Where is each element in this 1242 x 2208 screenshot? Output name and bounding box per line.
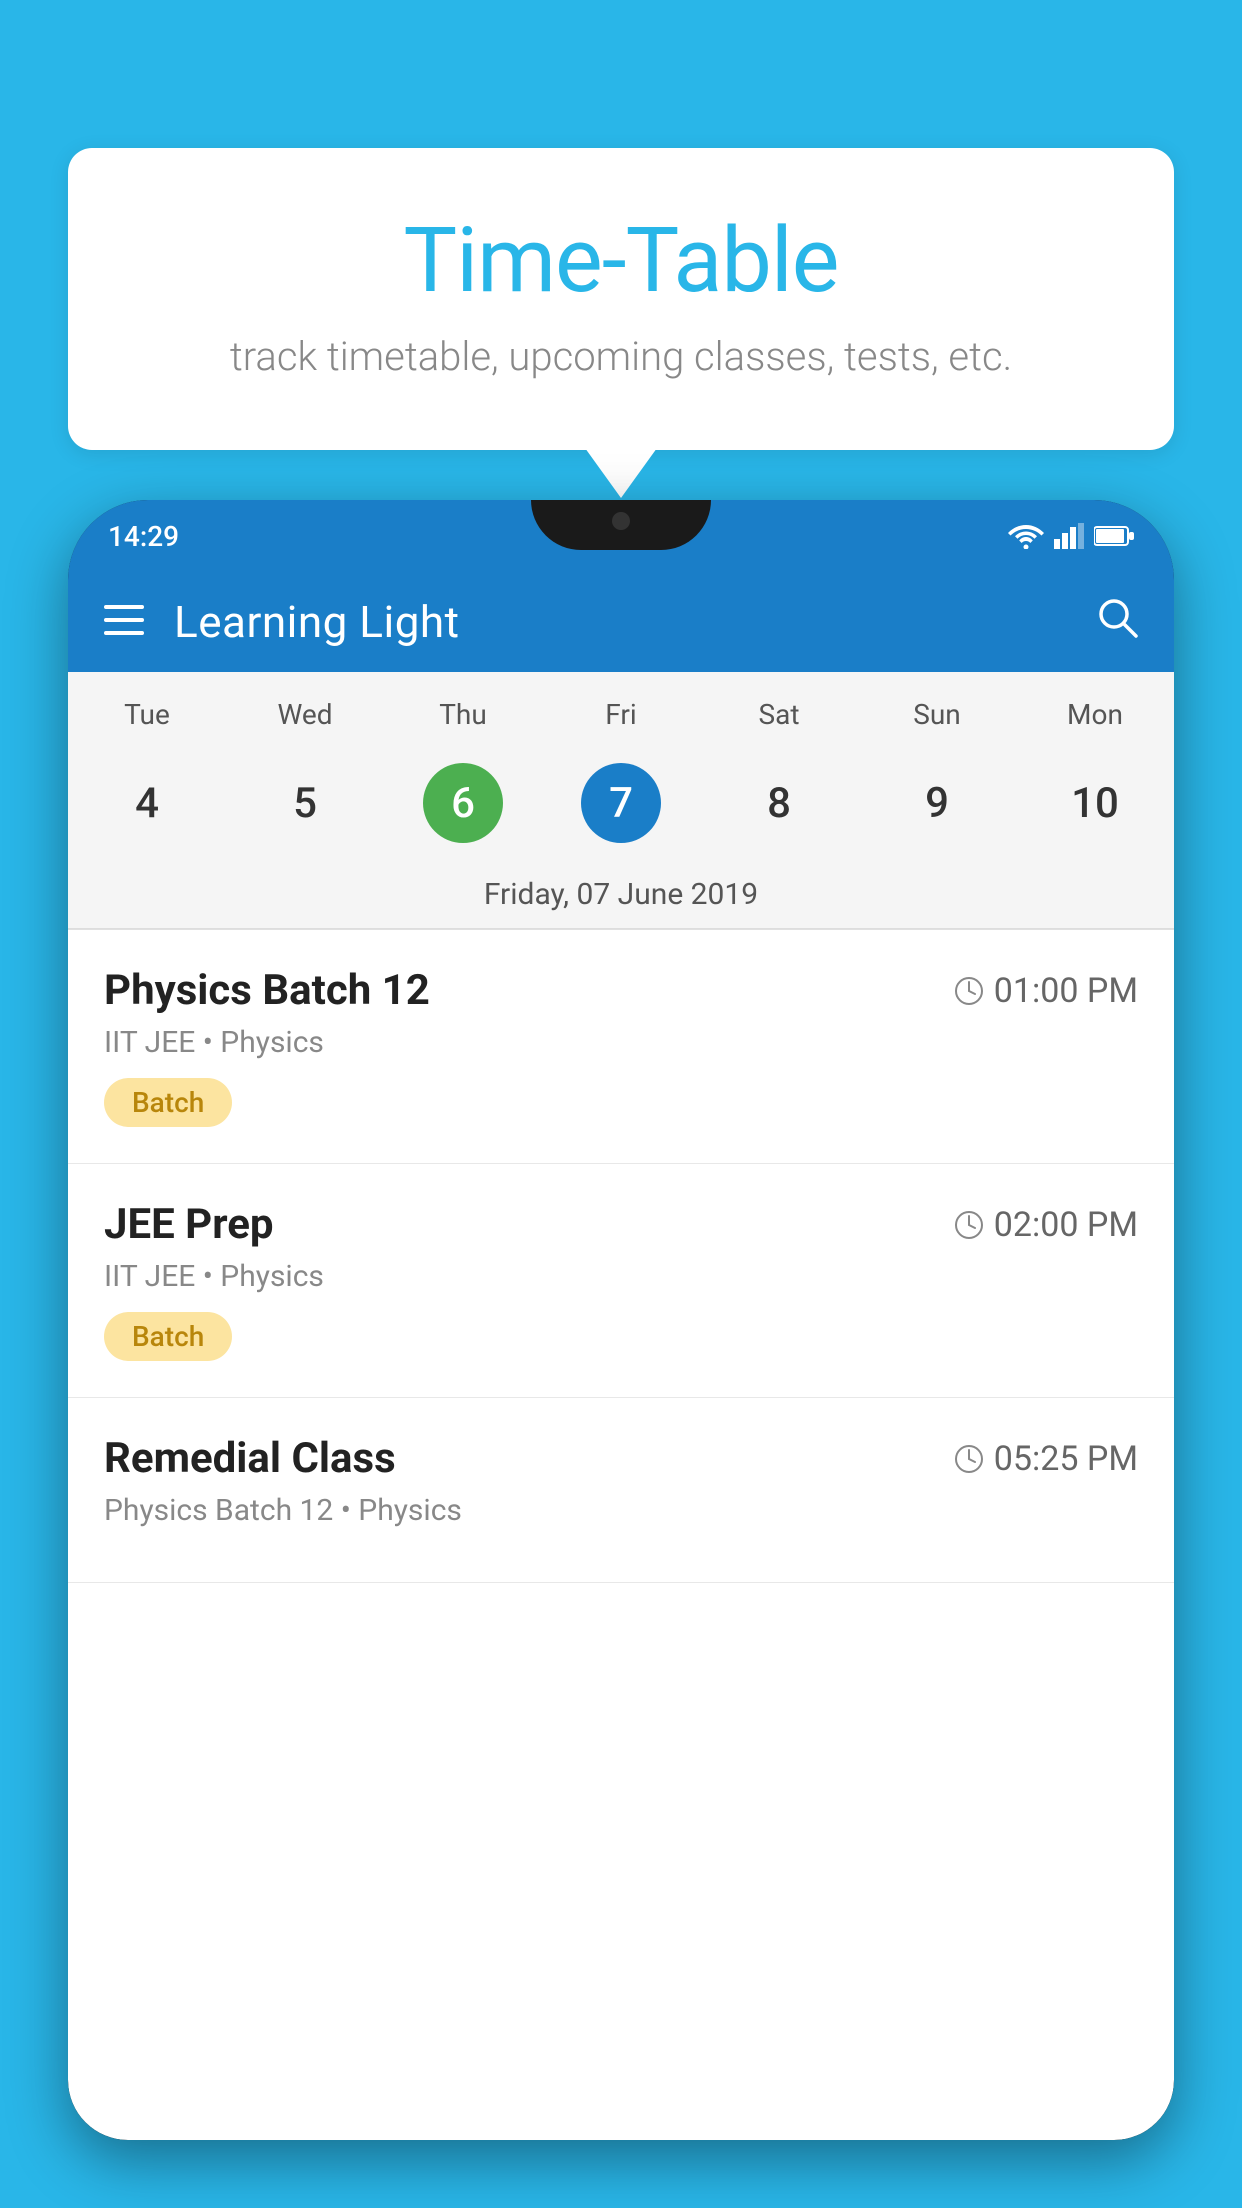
status-time: 14:29 [108,520,179,553]
schedule-item-3-title: Remedial Class [104,1434,396,1483]
day-mon[interactable]: Mon [1016,688,1174,741]
batch-badge-1: Batch [104,1078,232,1127]
date-5[interactable]: 5 [226,749,384,857]
status-icons [1008,523,1134,549]
date-4[interactable]: 4 [68,749,226,857]
schedule-item-1-title: Physics Batch 12 [104,966,430,1015]
schedule-item-2-time: 02:00 PM [954,1205,1138,1245]
wifi-icon [1008,523,1044,549]
phone-outer: 14:29 [68,500,1174,2140]
schedule-item-1[interactable]: Physics Batch 12 01:00 PM IIT JEE • Phys… [68,930,1174,1164]
clock-icon-1 [954,976,984,1006]
schedule-item-1-time: 01:00 PM [954,971,1138,1011]
date-8[interactable]: 8 [700,749,858,857]
date-7-selected[interactable]: 7 [542,749,700,857]
date-10[interactable]: 10 [1016,749,1174,857]
app-bar: Learning Light [68,572,1174,672]
day-thu[interactable]: Thu [384,688,542,741]
schedule-item-2-subtitle: IIT JEE • Physics [104,1259,1138,1294]
day-tue[interactable]: Tue [68,688,226,741]
clock-icon-3 [954,1444,984,1474]
day-sun[interactable]: Sun [858,688,1016,741]
schedule-item-2-title: JEE Prep [104,1200,274,1249]
schedule-item-2[interactable]: JEE Prep 02:00 PM IIT JEE • Physics Batc… [68,1164,1174,1398]
bubble-subtitle: track timetable, upcoming classes, tests… [118,333,1124,380]
status-bar: 14:29 [68,500,1174,572]
app-bar-title: Learning Light [174,596,1066,648]
schedule-item-1-header: Physics Batch 12 01:00 PM [104,966,1138,1015]
schedule-list: Physics Batch 12 01:00 PM IIT JEE • Phys… [68,930,1174,1583]
schedule-item-3-subtitle: Physics Batch 12 • Physics [104,1493,1138,1528]
speech-bubble: Time-Table track timetable, upcoming cla… [68,148,1174,450]
search-icon[interactable] [1096,596,1138,649]
speech-bubble-wrapper: Time-Table track timetable, upcoming cla… [68,148,1174,450]
schedule-item-2-header: JEE Prep 02:00 PM [104,1200,1138,1249]
day-wed[interactable]: Wed [226,688,384,741]
calendar-section: Tue Wed Thu Fri Sat Sun Mon 4 5 6 7 8 9 … [68,672,1174,930]
phone-mockup: 14:29 [68,500,1174,2208]
schedule-item-3-header: Remedial Class 05:25 PM [104,1434,1138,1483]
day-fri[interactable]: Fri [542,688,700,741]
batch-badge-2: Batch [104,1312,232,1361]
bubble-title: Time-Table [118,208,1124,313]
date-6-today[interactable]: 6 [384,749,542,857]
schedule-item-1-subtitle: IIT JEE • Physics [104,1025,1138,1060]
day-sat[interactable]: Sat [700,688,858,741]
calendar-dates: 4 5 6 7 8 9 10 [68,741,1174,869]
clock-icon-2 [954,1210,984,1240]
schedule-item-3[interactable]: Remedial Class 05:25 PM Physics Batch 12… [68,1398,1174,1583]
calendar-days-header: Tue Wed Thu Fri Sat Sun Mon [68,672,1174,741]
signal-icon [1054,523,1084,549]
date-9[interactable]: 9 [858,749,1016,857]
battery-icon [1094,525,1134,547]
schedule-item-3-time: 05:25 PM [954,1439,1138,1479]
phone-screen: Tue Wed Thu Fri Sat Sun Mon 4 5 6 7 8 9 … [68,672,1174,2140]
selected-date-label: Friday, 07 June 2019 [68,869,1174,929]
menu-icon[interactable] [104,602,144,642]
